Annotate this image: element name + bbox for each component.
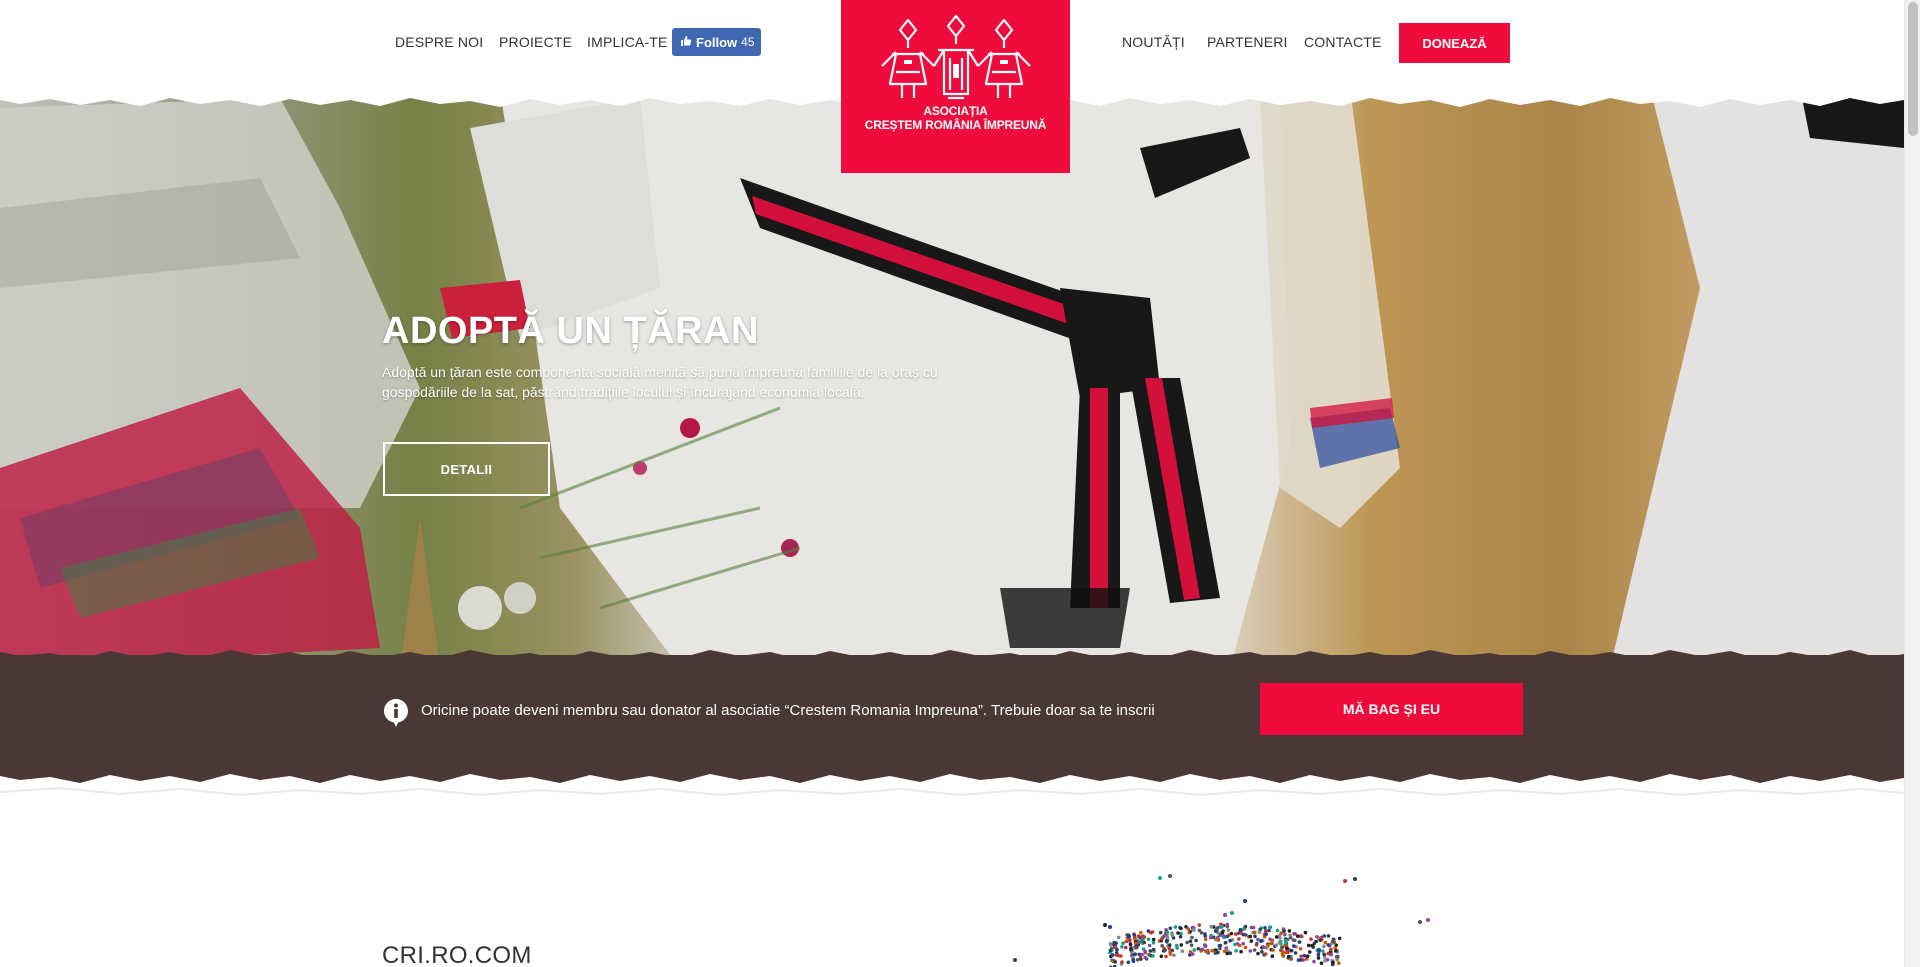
page: DESPRE NOI PROIECTE IMPLICA-TE Follow 45…	[0, 0, 1920, 967]
logo-text: ASOCIAȚIA CREȘTEM ROMÂNIA ÎMPREUNĂ	[864, 104, 1047, 132]
nav-contacte[interactable]: CONTACTE	[1304, 34, 1382, 50]
hero-description: Adoptă un țăran este componenta socială …	[382, 364, 938, 400]
details-button[interactable]: DETALII	[383, 442, 550, 496]
torn-edge-bottom	[0, 650, 1904, 668]
nav-noutati[interactable]: NOUTĂȚI	[1122, 34, 1185, 50]
crowd-illustration	[1013, 874, 1430, 967]
logo-line-1: ASOCIAȚIA	[923, 104, 988, 118]
torn-edge-white	[0, 774, 1904, 812]
logo-line-2: CREȘTEM ROMÂNIA ÎMPREUNĂ	[864, 118, 1047, 132]
nav-implica-te[interactable]: IMPLICA-TE	[587, 34, 668, 50]
nav-proiecte[interactable]: PROIECTE	[499, 34, 572, 50]
fb-follow-count: 45	[741, 35, 755, 49]
section-heading: CRI.RO.COM	[382, 942, 532, 967]
site-logo[interactable]: ASOCIAȚIA CREȘTEM ROMÂNIA ÎMPREUNĂ	[841, 0, 1070, 173]
thumbs-up-icon	[680, 35, 692, 50]
membership-info-text: Oricine poate deveni membru sau donator …	[421, 702, 1155, 719]
join-button[interactable]: MĂ BAG ȘI EU	[1260, 683, 1523, 735]
facebook-follow-button[interactable]: Follow 45	[672, 28, 761, 56]
folk-figures-logo-icon	[880, 14, 1031, 100]
info-icon	[383, 698, 409, 728]
hero-slider: ADOPTĂ UN ȚĂRAN Adoptă un țăran este com…	[0, 88, 1904, 668]
nav-parteneri[interactable]: PARTENERI	[1207, 34, 1288, 50]
scrollbar-thumb[interactable]	[1908, 2, 1918, 136]
hero-title: ADOPTĂ UN ȚĂRAN	[382, 310, 759, 352]
fb-follow-label: Follow	[696, 34, 738, 50]
nav-despre-noi[interactable]: DESPRE NOI	[395, 34, 483, 50]
donate-button[interactable]: DONEAZĂ	[1399, 23, 1510, 63]
page-scrollbar[interactable]	[1904, 0, 1920, 967]
